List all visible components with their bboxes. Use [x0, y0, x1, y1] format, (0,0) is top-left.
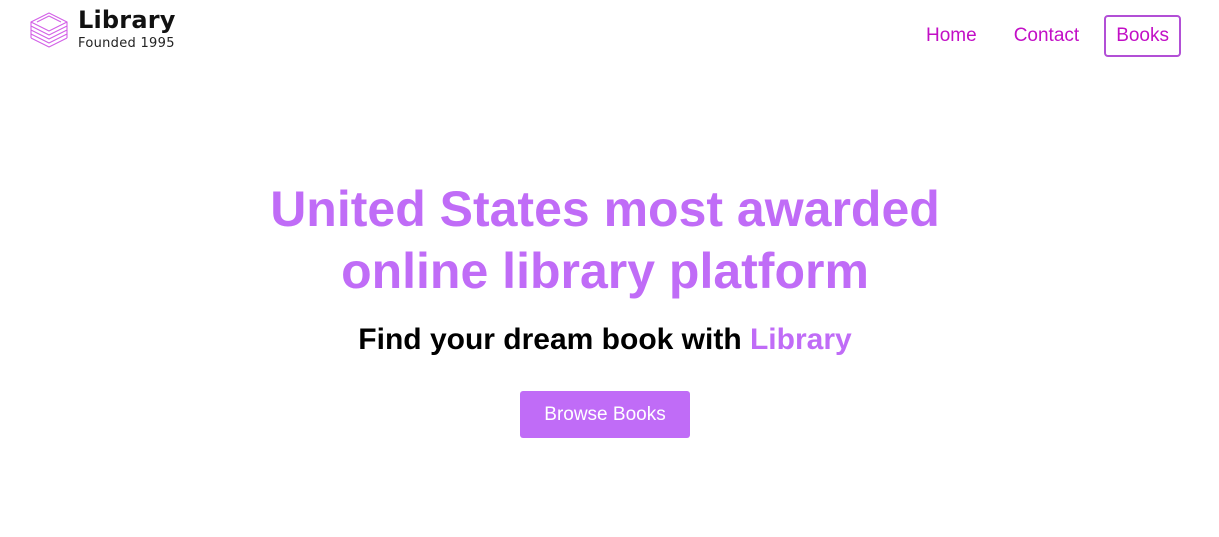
- site-header: Library Founded 1995 Home Contact Books: [0, 0, 1219, 75]
- nav-link-contact[interactable]: Contact: [1002, 15, 1091, 57]
- hero-title-line-2: online library platform: [341, 243, 869, 299]
- nav-link-home[interactable]: Home: [914, 15, 989, 57]
- browse-books-button[interactable]: Browse Books: [520, 391, 690, 438]
- main-nav: Home Contact Books: [901, 15, 1181, 57]
- hero-section: United States most awarded online librar…: [0, 178, 1210, 438]
- hero-subtitle: Find your dream book with Library: [0, 322, 1210, 358]
- brand[interactable]: Library Founded 1995: [27, 6, 176, 54]
- brand-tagline: Founded 1995: [78, 36, 175, 51]
- hero-title: United States most awarded online librar…: [0, 178, 1210, 302]
- hero-title-line-1: United States most awarded: [270, 181, 940, 237]
- brand-text: Library Founded 1995: [78, 6, 176, 51]
- hero-subtitle-text: Find your dream book with: [358, 323, 750, 356]
- nav-link-books[interactable]: Books: [1104, 15, 1181, 57]
- brand-name: Library: [78, 6, 176, 34]
- page: Library Founded 1995 Home Contact Books …: [0, 0, 1219, 537]
- stacked-books-icon: [30, 12, 68, 48]
- hero-subtitle-accent: Library: [749, 323, 852, 356]
